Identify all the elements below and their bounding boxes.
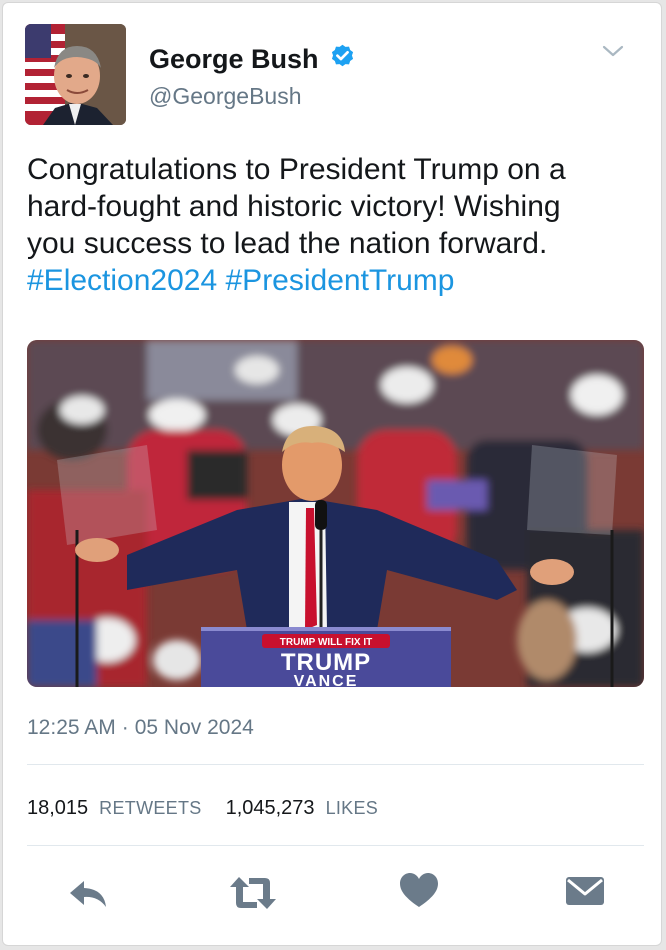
avatar[interactable] [25,24,126,125]
like-label: LIKES [325,798,379,818]
verified-badge-icon [329,43,356,75]
divider [27,764,644,765]
tweet-stats: 18,015 RETWEETS 1,045,273 LIKES [27,797,378,820]
hashtag-link[interactable]: #Election2024 [27,264,217,297]
author-handle[interactable]: @GeorgeBush [149,83,302,110]
divider [27,845,644,846]
author-name[interactable]: George Bush [149,44,319,75]
separator-dot: · [121,716,129,739]
retweet-stat[interactable]: 18,015 RETWEETS [27,797,202,820]
author-row: George Bush [149,43,356,75]
tweet-photo[interactable]: TRUMP WILL FIX IT TRUMP VANCE [27,340,644,687]
like-count: 1,045,273 [225,797,315,819]
retweet-label: RETWEETS [99,798,202,818]
hashtag-link[interactable]: #PresidentTrump [226,264,455,297]
timestamp[interactable]: 12:25 AM · 05 Nov 2024 [27,716,254,740]
tweet-text: Congratulations to President Trump on a … [27,151,637,299]
tweet-card: George Bush @GeorgeBush Congratulations … [2,2,662,946]
tweet-text-line: Congratulations to President Trump on a [27,153,566,186]
tweet-time: 12:25 AM [27,716,116,739]
tweet-text-line: you success to lead the nation forward. [27,227,548,260]
tweet-date: 05 Nov 2024 [134,716,254,739]
podium-sign-text: VANCE [294,673,359,687]
heart-icon[interactable] [399,871,439,916]
chevron-down-icon[interactable] [601,43,625,64]
retweet-count: 18,015 [27,797,89,819]
podium-sign-text: TRUMP [281,649,371,676]
reply-icon[interactable] [66,871,110,920]
podium-sign-text: TRUMP WILL FIX IT [280,637,372,648]
envelope-icon[interactable] [564,871,606,916]
action-bar [3,865,663,925]
like-stat[interactable]: 1,045,273 LIKES [226,797,379,820]
hashtag-row: #Election2024 #PresidentTrump [27,262,637,299]
retweet-icon[interactable] [227,871,279,920]
tweet-text-line: hard-fought and historic victory! Wishin… [27,190,561,223]
